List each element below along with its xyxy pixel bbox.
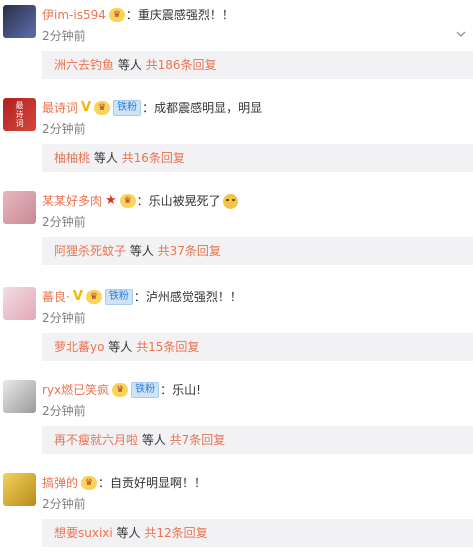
fan-badge[interactable]: 铁粉 [131,382,160,398]
crying-emoji-icon [222,193,238,209]
avatar[interactable] [3,473,36,506]
reply-count-link[interactable]: 共37条回复 [158,244,221,258]
reply-user-link[interactable]: 萝北蕃yo [54,340,104,354]
username-link[interactable]: 蕃良· [42,287,70,307]
comment-list: 伊im-is594 ♛ ：重庆震感强烈！！ 2分钟前 洲六去钓鱼 等人 共186条回复最… [0,0,473,554]
comment-line: 最诗词 V ♛ 铁粉 ：成都震感明显，明显 [42,98,473,118]
avatar[interactable] [3,380,36,413]
verified-v-icon[interactable]: V [81,100,91,115]
comment-time: 2分钟前 [42,29,86,43]
reply-mid-text: 等人 [114,58,146,72]
comment-text: ：成都震感明显，明显 [142,101,263,115]
fan-badge[interactable]: 铁粉 [113,100,142,116]
avatar[interactable] [3,287,36,320]
username-link[interactable]: 某某好多肉 [42,191,102,211]
reply-mid-text: 等人 [126,244,158,258]
username-link[interactable]: 伊im-is594 [42,5,106,25]
avatar[interactable] [3,5,36,38]
reply-user-link[interactable]: 想要suxixi [54,526,113,540]
vip-crown-icon[interactable]: ♛ [81,476,98,490]
reply-summary[interactable]: 想要suxixi 等人 共12条回复 [42,519,473,547]
reply-user-link[interactable]: 再不瘦就六月啦 [54,433,138,447]
reply-count-link[interactable]: 共7条回复 [170,433,226,447]
username-link[interactable]: 搞弹的 [42,473,78,493]
reply-user-link[interactable]: 阿狸杀死蚊子 [54,244,126,258]
vip-crown-icon[interactable]: ♛ [85,290,102,304]
comment-text: ：乐山被晃死了 [136,194,221,208]
comment-line: ryx燃已笑疯 ♛ 铁粉 ：乐山! [42,380,473,400]
comment-time: 2分钟前 [42,122,86,136]
reply-count-link[interactable]: 共12条回复 [144,526,207,540]
reply-summary[interactable]: 洲六去钓鱼 等人 共186条回复 [42,51,473,79]
comment-time: 2分钟前 [42,404,86,418]
username-link[interactable]: 最诗词 [42,98,78,118]
comment-text: ：乐山! [160,383,201,397]
reply-mid-text: 等人 [138,433,170,447]
reply-user-link[interactable]: 柚柚桃 [54,151,90,165]
star-icon[interactable]: ★ [105,193,117,208]
reply-summary[interactable]: 再不瘦就六月啦 等人 共7条回复 [42,426,473,454]
reply-user-link[interactable]: 洲六去钓鱼 [54,58,114,72]
reply-mid-text: 等人 [90,151,122,165]
reply-count-link[interactable]: 共16条回复 [122,151,185,165]
verified-v-icon[interactable]: V [73,289,83,304]
reply-count-link[interactable]: 共15条回复 [136,340,199,354]
vip-crown-icon[interactable]: ♛ [108,8,125,22]
vip-crown-icon[interactable]: ♛ [94,101,111,115]
fan-badge[interactable]: 铁粉 [104,289,133,305]
username-link[interactable]: ryx燃已笑疯 [42,380,109,400]
reply-summary[interactable]: 阿狸杀死蚊子 等人 共37条回复 [42,237,473,265]
comment-text: ：重庆震感强烈！！ [125,8,234,22]
vip-crown-icon[interactable]: ♛ [112,383,129,397]
comment-text: ：泸州感觉强烈！！ [133,290,242,304]
comment-line: 伊im-is594 ♛ ：重庆震感强烈！！ [42,5,473,25]
avatar[interactable] [3,191,36,224]
avatar[interactable]: 最诗词 [3,98,36,131]
reply-summary[interactable]: 萝北蕃yo 等人 共15条回复 [42,333,473,361]
comment-time: 2分钟前 [42,311,86,325]
reply-mid-text: 等人 [104,340,137,354]
comment-line: 某某好多肉 ★ ♛ ：乐山被晃死了 [42,191,473,211]
comment-line: 蕃良· V ♛ 铁粉 ：泸州感觉强烈！！ [42,287,473,307]
reply-count-link[interactable]: 共186条回复 [146,58,217,72]
avatar-text: 最诗词 [15,101,24,128]
chevron-down-icon[interactable] [456,29,466,39]
comment-time: 2分钟前 [42,497,86,511]
comment-text: ：自贡好明显啊！！ [98,476,207,490]
comment-time: 2分钟前 [42,215,86,229]
vip-crown-icon[interactable]: ♛ [119,194,136,208]
comment-line: 搞弹的 ♛ ：自贡好明显啊！！ [42,473,473,493]
reply-summary[interactable]: 柚柚桃 等人 共16条回复 [42,144,473,172]
reply-mid-text: 等人 [112,526,145,540]
